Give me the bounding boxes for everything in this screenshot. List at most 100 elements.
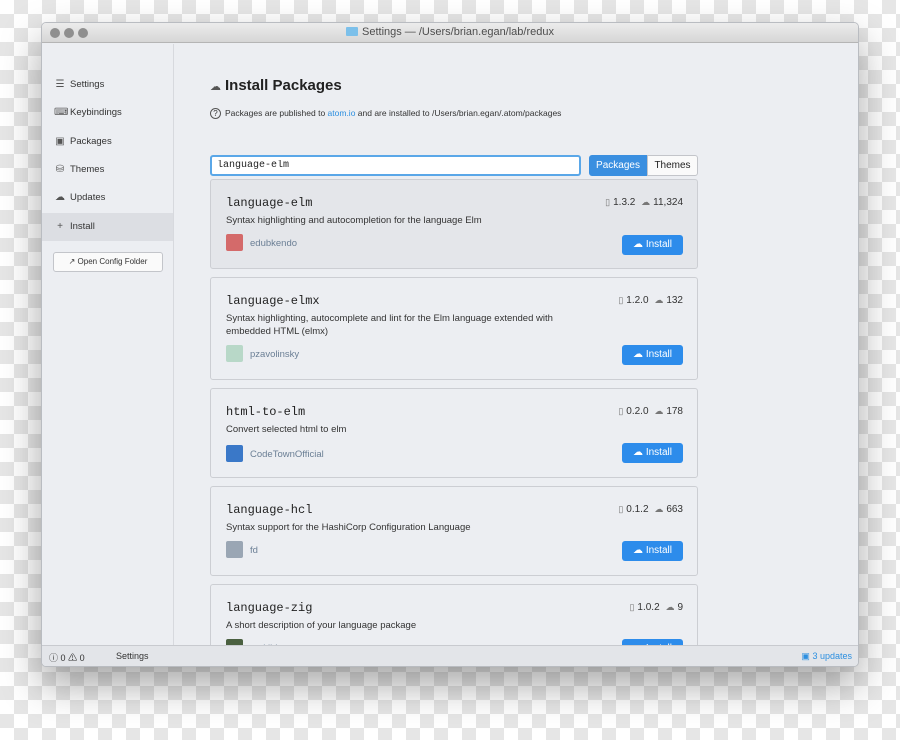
package-description: Convert selected html to elm [226,424,347,435]
updates-indicator[interactable]: ▣ 3 updates [801,651,852,662]
versions-icon: ▯ [605,197,611,207]
error-count: 0 [60,653,66,663]
sidebar-item-settings[interactable]: ☰ Settings [42,71,173,99]
versions-icon: ▯ [629,602,635,612]
package-stats: ▯ 1.2.0 ☁ 132 [615,295,683,306]
package-version: 1.3.2 [613,197,636,208]
package-name[interactable]: html-to-elm [226,405,305,419]
avatar [226,345,243,362]
package-card[interactable]: language-elmx ▯ 1.2.0 ☁ 132 Syntax highlig… [210,277,698,380]
package-downloads: 663 [666,504,683,515]
avatar [226,445,243,462]
package-stats: ▯ 1.3.2 ☁ 11,324 [602,197,683,208]
author-name[interactable]: CodeTownOfficial [250,449,324,460]
open-config-label: Open Config Folder [77,257,148,266]
install-button-label: Install [645,349,672,360]
install-location-note: ? Packages are published to atom.io and a… [210,108,561,119]
package-card[interactable]: language-hcl ▯ 0.1.2 ☁ 663 Syntax support … [210,486,698,576]
install-button[interactable]: ☁ Install [622,541,683,561]
avatar [226,234,243,251]
cloud-download-icon: ☁ [633,447,644,458]
cloud-download-icon: ☁ [654,406,664,416]
package-description: Syntax highlighting, autocomplete and li… [226,313,553,337]
cloud-download-icon: ☁ [654,504,664,514]
avatar [226,541,243,558]
atom-io-link[interactable]: atom.io [328,108,356,118]
warning-count: 0 [79,653,85,663]
install-button-label: Install [645,239,672,250]
settings-sidebar: ☰ Settings ⌨ Keybindings ▣ Packages ⛁ Th… [42,44,174,647]
package-icon: ▣ [55,136,65,147]
cloud-download-icon: ☁ [641,197,651,207]
page-title-text: Install Packages [225,77,342,94]
package-name[interactable]: language-zig [226,601,312,615]
sliders-icon: ☰ [55,79,65,90]
diagnostics-summary[interactable]: ⓘ 0 ⚠ 0 [49,651,85,664]
sidebar-item-themes[interactable]: ⛁ Themes [42,156,173,184]
package-card[interactable]: html-to-elm ▯ 0.2.0 ☁ 178 Convert selected… [210,388,698,478]
sidebar-item-label: Updates [70,192,106,203]
note-suffix: and are installed to /Users/brian.egan/.… [355,108,562,118]
package-version: 1.0.2 [637,602,660,613]
author-name[interactable]: pzavolinsky [250,349,299,360]
warning-icon: ⚠ [68,653,78,663]
sidebar-item-updates[interactable]: ☁ Updates [42,184,173,212]
window-title-wrap: Settings — /Users/brian.egan/lab/redux [42,26,858,38]
package-name[interactable]: language-hcl [226,503,312,517]
title-bar: Settings — /Users/brian.egan/lab/redux [42,23,858,43]
sidebar-item-label: Install [70,221,95,232]
settings-window: Settings — /Users/brian.egan/lab/redux ☰… [41,22,859,667]
package-author[interactable]: edubkendo [226,234,297,251]
versions-icon: ▯ [618,406,624,416]
status-bar: ⓘ 0 ⚠ 0 Settings ▣ 3 updates [42,645,858,666]
keyboard-icon: ⌨ [54,107,69,118]
sidebar-item-keybindings[interactable]: ⌨ Keybindings [42,99,173,127]
package-description: A short description of your language pac… [226,620,417,631]
themes-toggle-button[interactable]: Themes [647,155,698,176]
author-name[interactable]: edubkendo [250,238,297,249]
install-button-label: Install [645,545,672,556]
package-card[interactable]: language-zig ▯ 1.0.2 ☁ 9 A short descripti… [210,584,698,647]
folder-icon [346,27,358,36]
package-author[interactable]: CodeTownOfficial [226,445,324,462]
page-title: ☁ Install Packages [210,77,342,94]
cloud-download-icon: ☁ [665,602,675,612]
package-version: 1.2.0 [626,295,649,306]
package-author[interactable]: fd [226,541,258,558]
cloud-download-icon: ☁ [55,192,65,203]
package-downloads: 9 [677,602,683,613]
sidebar-item-label: Packages [70,136,112,147]
package-stats: ▯ 0.1.2 ☁ 663 [615,504,683,515]
package-name[interactable]: language-elmx [226,294,320,308]
package-search-input[interactable] [210,155,581,176]
install-panel: ☁ Install Packages ? Packages are publishe… [175,44,858,647]
versions-icon: ▯ [618,504,624,514]
install-button-label: Install [645,447,672,458]
author-name[interactable]: fd [250,545,258,556]
sidebar-item-install[interactable]: + Install [42,213,173,241]
package-author[interactable]: pzavolinsky [226,345,299,362]
status-settings-label[interactable]: Settings [116,651,149,661]
package-version: 0.2.0 [626,406,649,417]
install-button[interactable]: ☁ Install [622,235,683,255]
open-config-folder-button[interactable]: ↗ Open Config Folder [53,252,163,272]
window-title: Settings — /Users/brian.egan/lab/redux [362,26,554,38]
cloud-download-icon: ☁ [654,295,664,305]
package-icon: ▣ [801,651,810,661]
package-downloads: 132 [666,295,683,306]
package-name[interactable]: language-elm [226,196,312,210]
sidebar-item-label: Keybindings [70,107,122,118]
sidebar-item-packages[interactable]: ▣ Packages [42,128,173,156]
cloud-download-icon: ☁ [210,81,221,93]
cloud-download-icon: ☁ [633,349,644,360]
packages-toggle-button[interactable]: Packages [589,155,647,176]
install-button[interactable]: ☁ Install [622,345,683,365]
package-card[interactable]: language-elm ▯ 1.3.2 ☁ 11,324 Syntax highl… [210,179,698,269]
cloud-download-icon: ☁ [633,545,644,556]
package-description: Syntax support for the HashiCorp Configu… [226,522,471,533]
install-button[interactable]: ☁ Install [622,443,683,463]
package-downloads: 178 [666,406,683,417]
sidebar-item-label: Themes [70,164,105,175]
package-stats: ▯ 0.2.0 ☁ 178 [615,406,683,417]
versions-icon: ▯ [618,295,624,305]
